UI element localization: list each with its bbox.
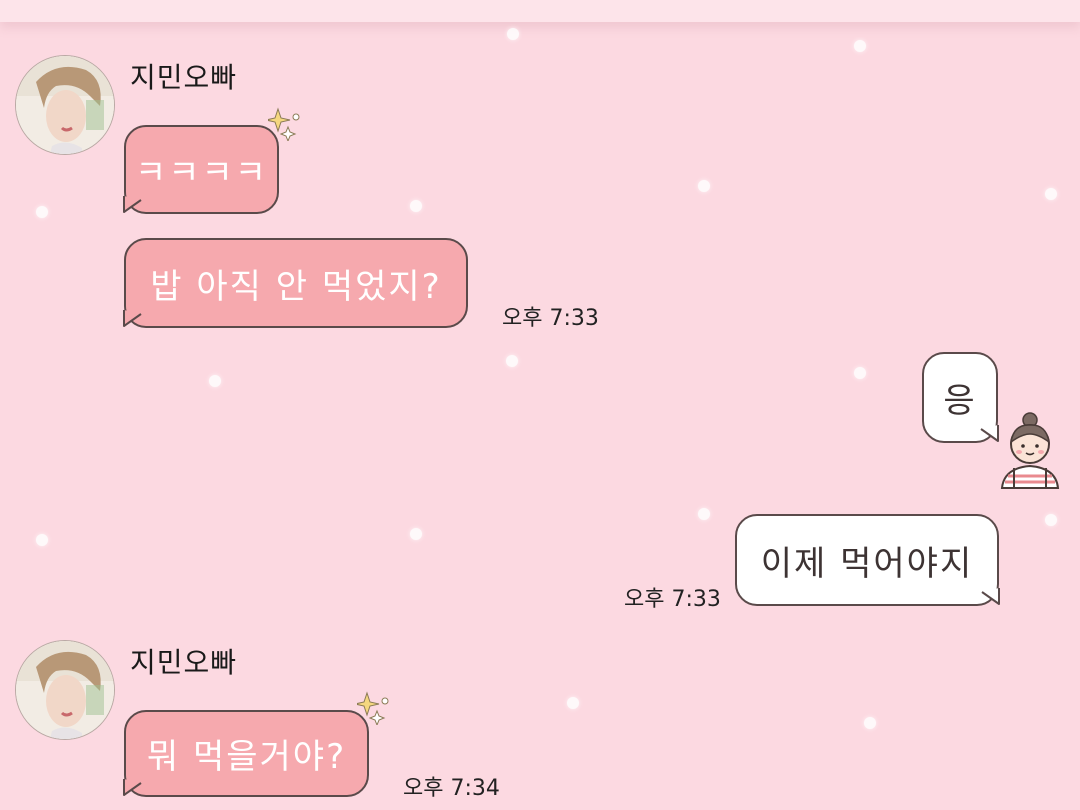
message-text: 응 — [943, 381, 977, 421]
message-text: 뭐 먹을거야? — [146, 737, 347, 777]
message-bubble[interactable]: 이제 먹어야지 — [735, 514, 999, 606]
message-timestamp: 오후 7:33 — [624, 587, 721, 612]
bubble-tail — [123, 196, 142, 213]
message-bubble[interactable]: 뭐 먹을거야? — [124, 710, 369, 797]
contact-avatar-photo — [16, 641, 114, 739]
bubble-tail — [123, 310, 142, 327]
message-timestamp: 오후 7:34 — [403, 776, 500, 801]
message-text: 이제 먹어야지 — [760, 543, 974, 584]
message-bubble[interactable]: 밥 아직 안 먹었지? — [124, 238, 468, 328]
bubble-tail — [981, 588, 1000, 605]
contact-name: 지민오빠 — [130, 61, 238, 94]
top-bar — [0, 0, 1080, 22]
girl-character-icon[interactable] — [998, 410, 1062, 490]
contact-avatar[interactable] — [15, 55, 115, 155]
message-text: ㅋㅋㅋㅋ — [134, 153, 269, 193]
message-bubble[interactable]: ㅋㅋㅋㅋ — [124, 125, 279, 214]
contact-avatar[interactable] — [15, 640, 115, 740]
bubble-tail — [123, 779, 142, 796]
contact-name: 지민오빠 — [130, 646, 238, 679]
message-text: 밥 아직 안 먹었지? — [150, 266, 442, 307]
message-timestamp: 오후 7:33 — [502, 306, 599, 331]
contact-avatar-photo — [16, 56, 114, 154]
